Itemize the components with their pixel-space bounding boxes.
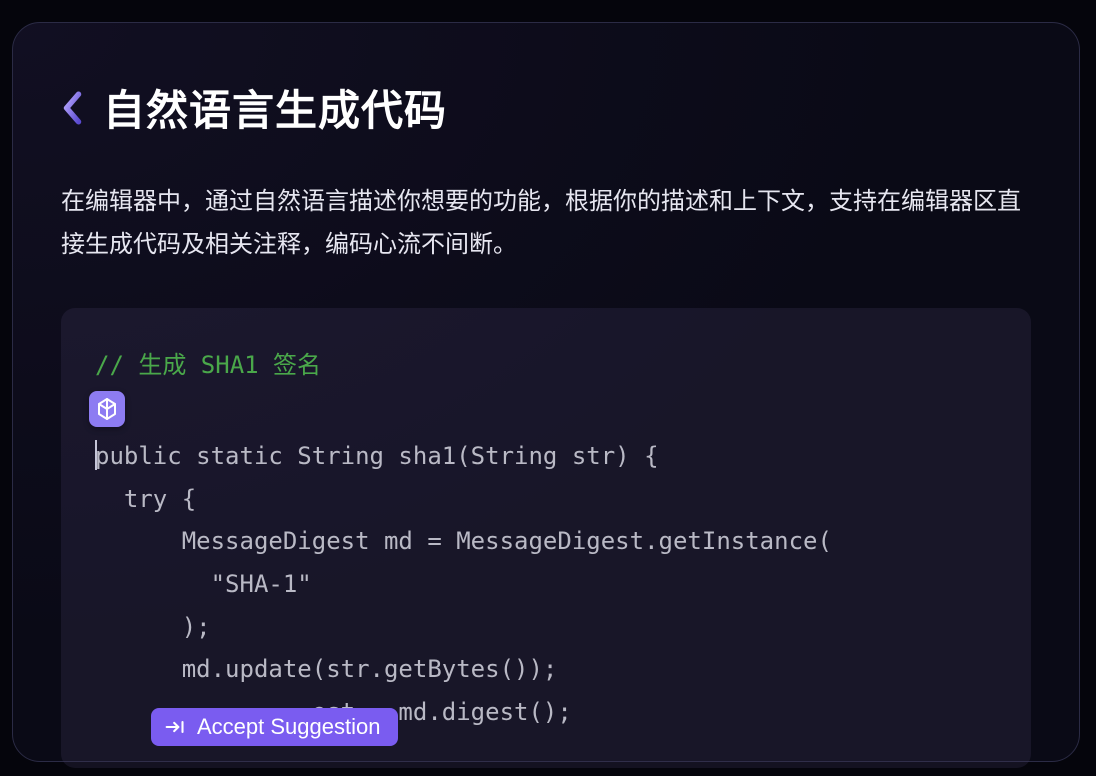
code-line: md.update(str.getBytes());	[95, 648, 997, 691]
code-line: );	[95, 606, 997, 649]
ai-assistant-icon[interactable]	[89, 391, 125, 427]
feature-card: 自然语言生成代码 在编辑器中，通过自然语言描述你想要的功能，根据你的描述和上下文…	[12, 22, 1080, 762]
code-line: try {	[95, 478, 997, 521]
feature-title: 自然语言生成代码	[103, 77, 447, 138]
tab-key-icon	[165, 719, 185, 735]
code-comment: // 生成 SHA1 签名	[95, 344, 997, 387]
accept-suggestion-label: Accept Suggestion	[197, 714, 380, 740]
code-editor[interactable]: // 生成 SHA1 签名 public static String sha1(…	[61, 308, 1031, 768]
title-row: 自然语言生成代码	[61, 77, 1031, 138]
code-line: MessageDigest md = MessageDigest.getInst…	[95, 520, 997, 563]
chevron-left-icon	[61, 90, 85, 126]
accept-suggestion-button[interactable]: Accept Suggestion	[151, 708, 398, 746]
code-line: "SHA-1"	[95, 563, 997, 606]
code-line: public static String sha1(String str) {	[95, 435, 997, 478]
feature-description: 在编辑器中，通过自然语言描述你想要的功能，根据你的描述和上下文，支持在编辑器区直…	[61, 180, 1021, 266]
